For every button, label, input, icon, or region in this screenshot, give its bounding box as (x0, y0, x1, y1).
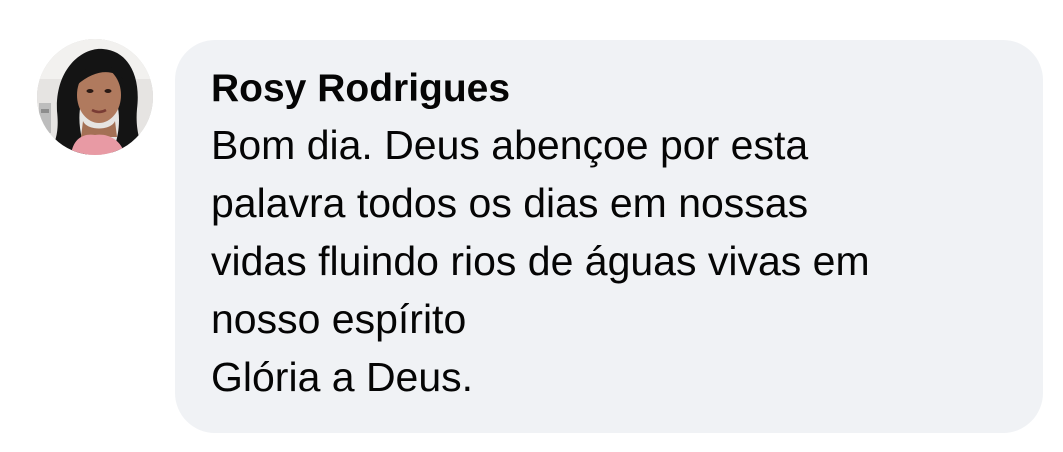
comment-text-line: Bom dia. Deus abençoe por esta (211, 122, 809, 168)
comment: Rosy Rodrigues Bom dia. Deus abençoe por… (0, 0, 1063, 452)
comment-text-line: vidas fluindo rios de águas vivas em (211, 238, 870, 284)
comment-text-line: Glória a Deus. (211, 354, 474, 400)
author-name[interactable]: Rosy Rodrigues (211, 66, 1007, 112)
profile-photo-icon (37, 39, 153, 155)
avatar[interactable] (37, 39, 153, 155)
comment-text-line: nosso espírito (211, 296, 467, 342)
comment-text-line: palavra todos os dias em nossas (211, 180, 809, 226)
comment-bubble: Rosy Rodrigues Bom dia. Deus abençoe por… (175, 40, 1043, 433)
